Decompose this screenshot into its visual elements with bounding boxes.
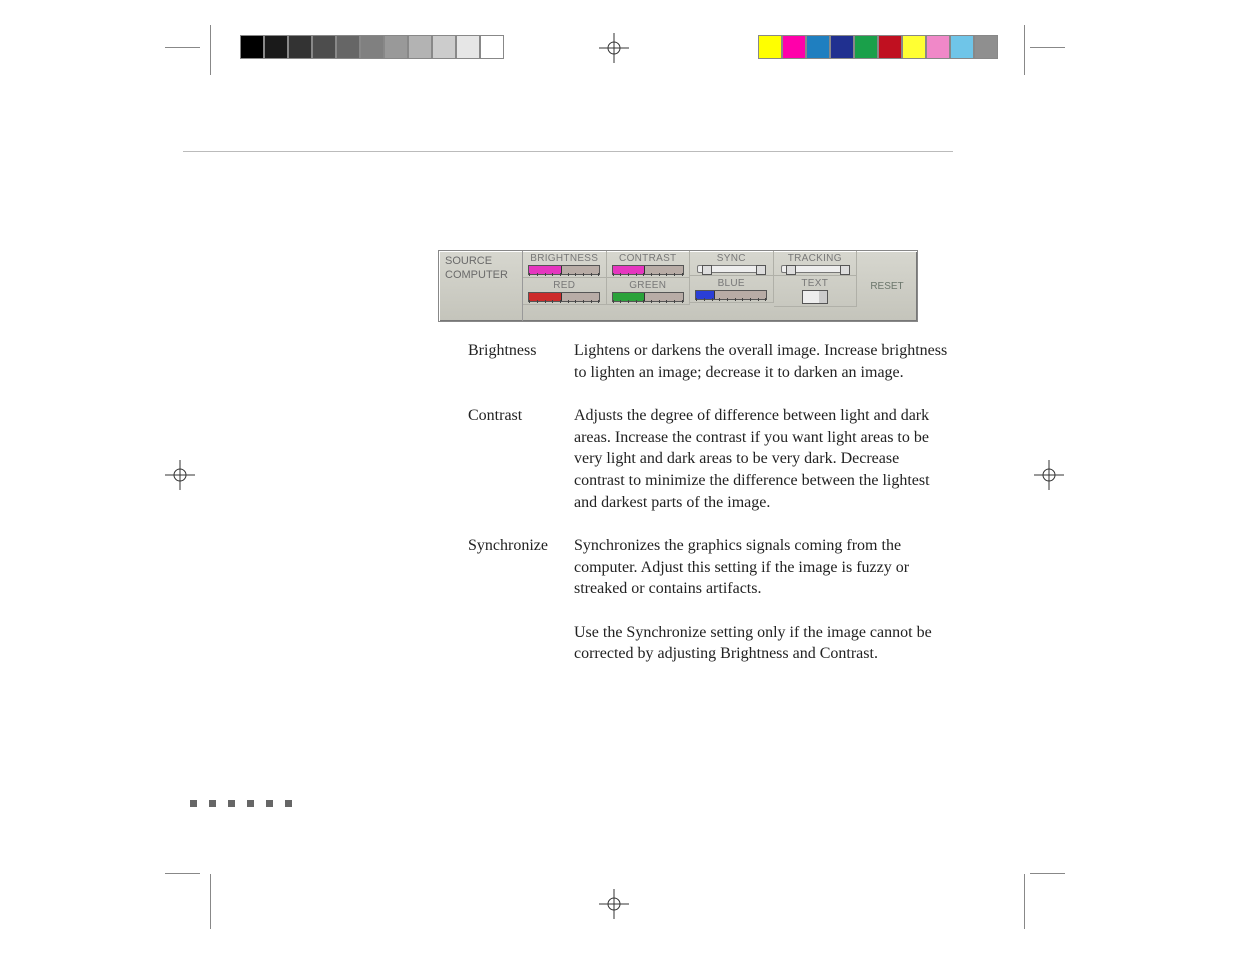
brightness-label: BRIGHTNESS: [530, 253, 598, 264]
source-cell: SOURCE COMPUTER: [439, 251, 523, 321]
footer-section-dots: [190, 800, 292, 807]
green-slider[interactable]: [612, 292, 684, 302]
brightness-cell[interactable]: BRIGHTNESS: [523, 251, 607, 278]
term-synchronize: Synchronize: [468, 535, 568, 557]
blue-label: BLUE: [718, 278, 745, 289]
sync-label: SYNC: [717, 253, 746, 264]
color-swatches: [758, 35, 998, 59]
osd-panel: SOURCE COMPUTER BRIGHTNESS RED CONTRAST: [438, 250, 918, 322]
green-label: GREEN: [629, 280, 666, 291]
source-value: COMPUTER: [445, 269, 516, 281]
text-cell[interactable]: TEXT: [774, 276, 858, 307]
blue-slider[interactable]: [695, 290, 767, 300]
tracking-cell[interactable]: TRACKING: [774, 251, 858, 276]
reset-label: RESET: [870, 281, 903, 292]
reset-button[interactable]: RESET: [857, 251, 917, 321]
header-rule: [183, 151, 953, 152]
registration-mark-icon: [1034, 460, 1064, 490]
grayscale-swatches: [240, 35, 504, 59]
def-contrast: Adjusts the degree of difference between…: [574, 405, 948, 513]
sync-slider[interactable]: [697, 265, 765, 273]
text-label: TEXT: [801, 278, 828, 289]
contrast-cell[interactable]: CONTRAST: [607, 251, 691, 278]
green-cell[interactable]: GREEN: [607, 278, 691, 305]
red-cell[interactable]: RED: [523, 278, 607, 305]
term-brightness: Brightness: [468, 340, 568, 362]
def-brightness: Lightens or darkens the overall image. I…: [574, 340, 948, 383]
def-synchronize-p1: Synchronizes the graphics signals coming…: [574, 537, 909, 597]
tracking-slider[interactable]: [781, 265, 849, 273]
term-contrast: Contrast: [468, 405, 568, 427]
red-label: RED: [553, 280, 575, 291]
def-synchronize-p2: Use the Synchronize setting only if the …: [574, 624, 932, 663]
brightness-slider[interactable]: [528, 265, 600, 275]
blue-cell[interactable]: BLUE: [690, 276, 774, 303]
red-slider[interactable]: [528, 292, 600, 302]
registration-mark-icon: [165, 460, 195, 490]
registration-mark-icon: [599, 33, 629, 63]
source-label: SOURCE: [445, 255, 516, 267]
text-toggle[interactable]: [802, 290, 828, 304]
definition-list: Brightness Lightens or darkens the overa…: [468, 340, 948, 687]
contrast-label: CONTRAST: [619, 253, 676, 264]
contrast-slider[interactable]: [612, 265, 684, 275]
sync-cell[interactable]: SYNC: [690, 251, 774, 276]
registration-mark-icon: [599, 889, 629, 919]
tracking-label: TRACKING: [788, 253, 842, 264]
